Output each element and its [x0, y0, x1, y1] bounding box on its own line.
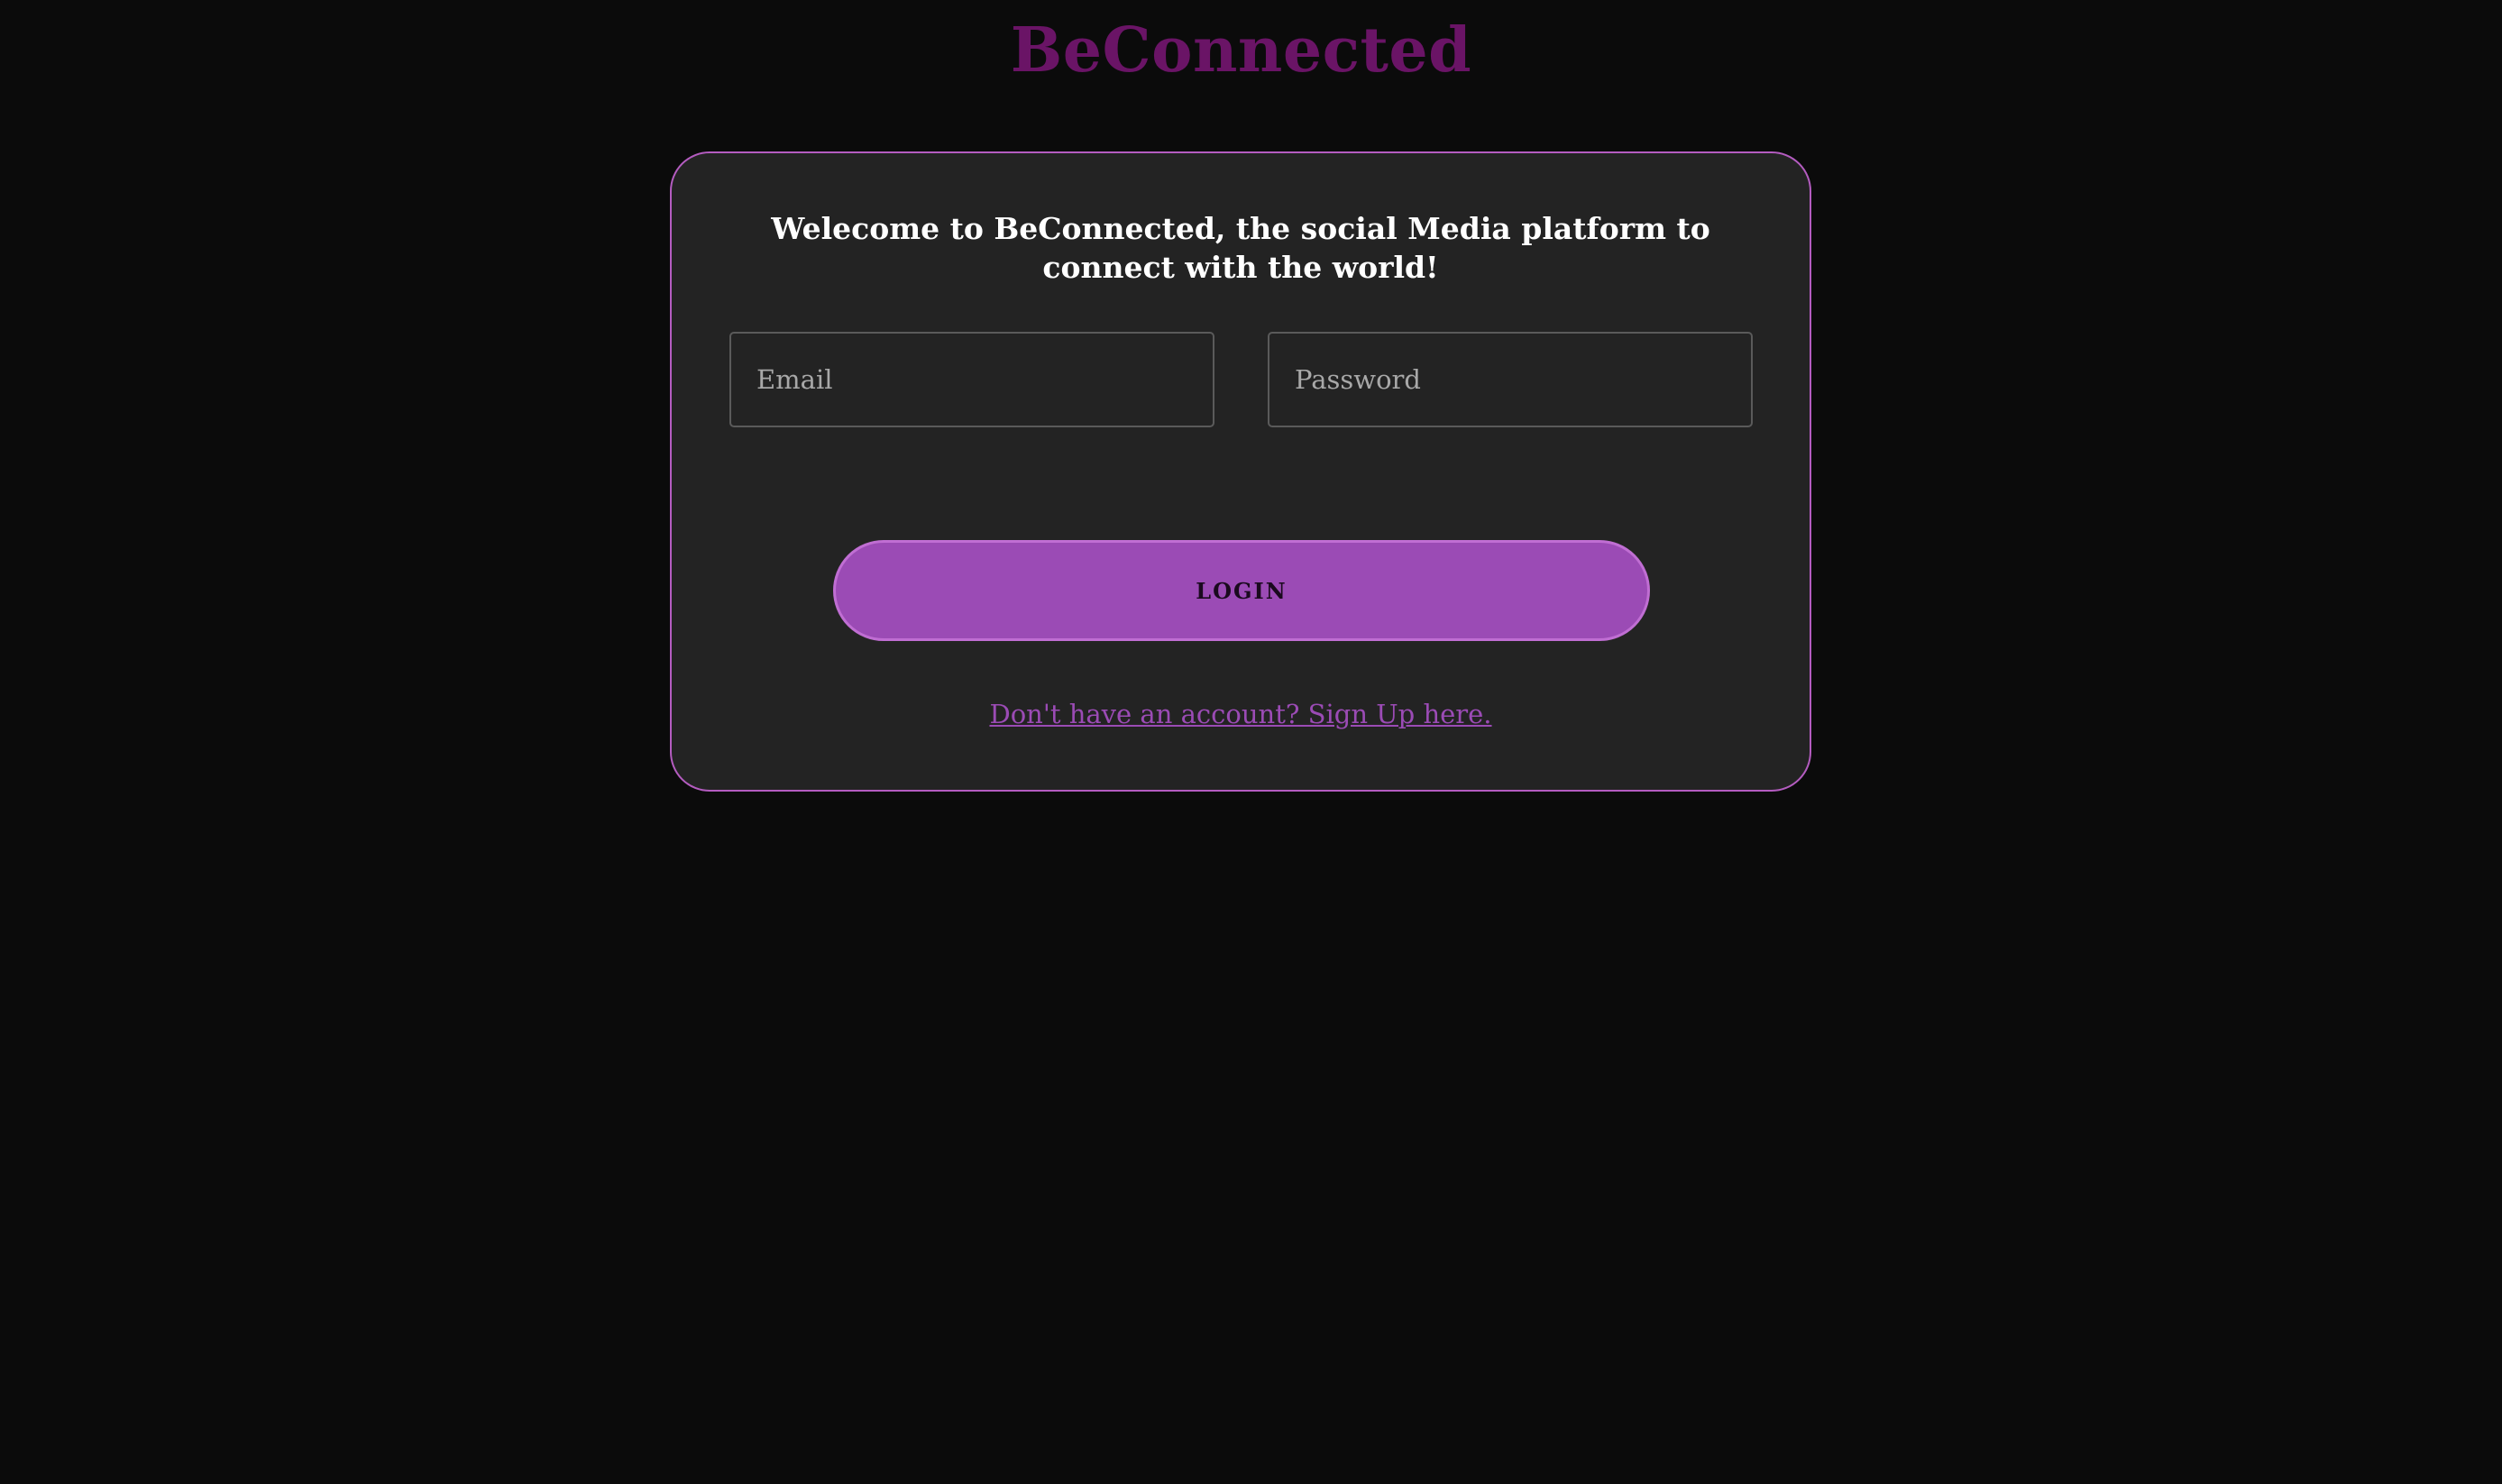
password-field[interactable] — [1268, 332, 1753, 427]
welcome-message: Welecome to BeConnected, the social Medi… — [771, 211, 1710, 285]
brand-title: BeConnected — [1010, 14, 1472, 87]
login-button[interactable]: LOGIN — [833, 540, 1650, 641]
email-field[interactable] — [729, 332, 1214, 427]
login-card: Welecome to BeConnected, the social Medi… — [670, 151, 1811, 792]
signup-link[interactable]: Don't have an account? Sign Up here. — [672, 699, 1810, 729]
